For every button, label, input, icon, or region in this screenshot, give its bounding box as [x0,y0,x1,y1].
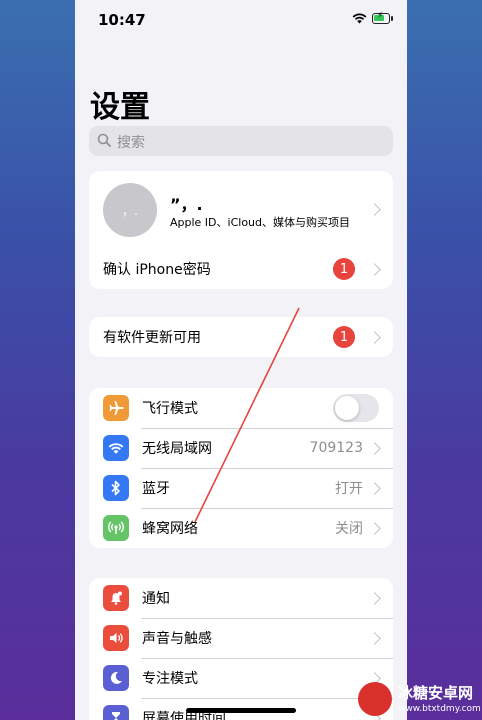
phone-screen: 10:47 ⚡ 设置 搜索 ，. ”，. Apple ID、iCloud、媒体与… [75,0,407,720]
watermark-url: www.btxtdmy.com [398,704,481,714]
watermark-title: 冰糖安卓网 [398,684,474,702]
annotation-arrow-line [194,307,300,523]
watermark: 冰糖安卓网 www.btxtdmy.com [358,680,482,720]
watermark-logo-icon [358,682,392,716]
